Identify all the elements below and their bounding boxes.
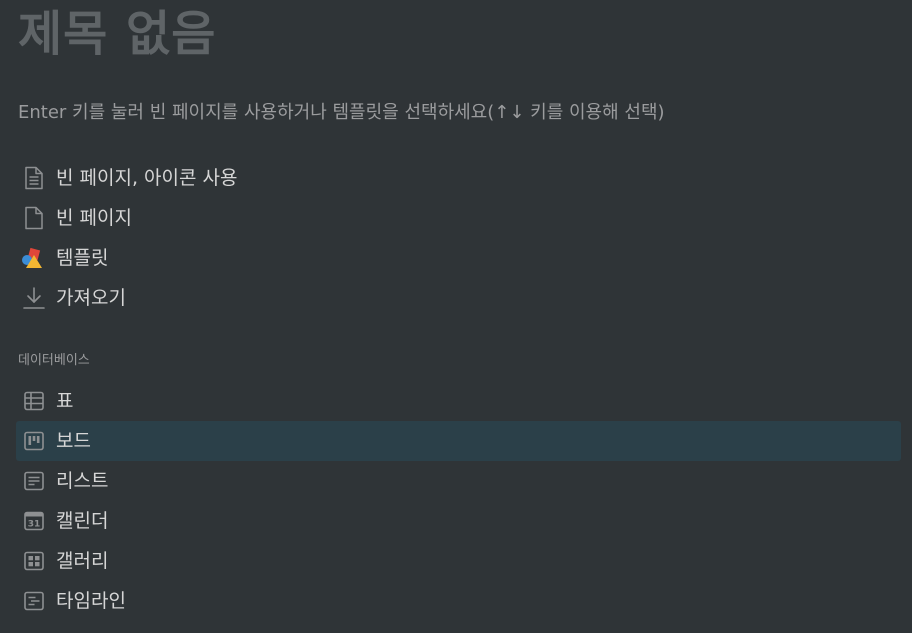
blank-page-icon — [19, 206, 49, 230]
database-option-list[interactable]: 리스트 — [16, 461, 901, 501]
list-icon — [19, 469, 49, 493]
timeline-icon — [19, 589, 49, 613]
template-hint: Enter 키를 눌러 빈 페이지를 사용하거나 템플릿을 선택하세요(↑↓ 키… — [18, 102, 665, 123]
option-empty-with-icon[interactable]: 빈 페이지, 아이콘 사용 — [16, 158, 901, 198]
option-label: 타임라인 — [56, 590, 126, 612]
option-empty-page[interactable]: 빈 페이지 — [16, 198, 901, 238]
option-label: 보드 — [56, 430, 91, 452]
option-label: 갤러리 — [56, 550, 109, 572]
database-section-label: 데이터베이스 — [18, 353, 90, 368]
option-label: 가져오기 — [56, 287, 126, 309]
option-import[interactable]: 가져오기 — [16, 278, 901, 318]
database-option-table[interactable]: 표 — [16, 381, 901, 421]
option-label: 캘린더 — [56, 510, 109, 532]
gallery-icon — [19, 549, 49, 573]
option-label: 빈 페이지 — [56, 207, 132, 229]
database-option-calendar[interactable]: 31 캘린더 — [16, 501, 901, 541]
document-icon — [19, 166, 49, 190]
svg-text:31: 31 — [28, 520, 41, 530]
table-icon — [19, 389, 49, 413]
option-label: 표 — [56, 390, 74, 412]
shapes-icon — [19, 246, 49, 270]
board-icon — [19, 429, 49, 453]
page-title[interactable]: 제목 없음 — [18, 4, 216, 64]
database-option-gallery[interactable]: 갤러리 — [16, 541, 901, 581]
download-icon — [19, 286, 49, 310]
calendar-icon: 31 — [19, 509, 49, 533]
database-option-timeline[interactable]: 타임라인 — [16, 581, 901, 621]
option-label: 템플릿 — [56, 247, 109, 269]
database-option-board[interactable]: 보드 — [16, 421, 901, 461]
page-options-menu: 빈 페이지, 아이콘 사용 빈 페이지 템플릿 가져오기 — [16, 158, 901, 318]
option-label: 빈 페이지, 아이콘 사용 — [56, 167, 238, 189]
option-label: 리스트 — [56, 470, 109, 492]
database-options-menu: 표 보드 리스트 31 캘린더 갤러리 타임라인 — [16, 381, 901, 621]
option-templates[interactable]: 템플릿 — [16, 238, 901, 278]
